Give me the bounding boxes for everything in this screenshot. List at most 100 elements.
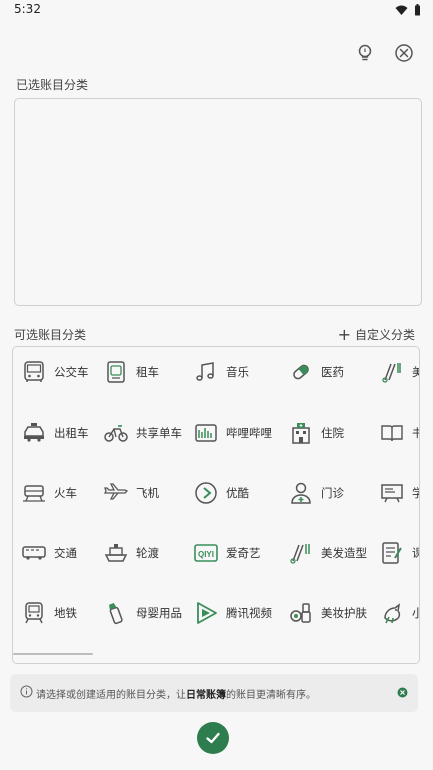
category-label: 公交车 bbox=[54, 365, 89, 379]
category-item-train[interactable]: 火车 bbox=[21, 473, 111, 513]
category-item-ferry[interactable]: 轮渡 bbox=[103, 533, 193, 573]
bus-icon bbox=[21, 359, 47, 385]
tencent-video-icon bbox=[193, 600, 219, 626]
category-label: 轮渡 bbox=[136, 546, 159, 560]
close-icon[interactable] bbox=[393, 42, 415, 64]
category-item-iqiyi[interactable]: QIYI 爱奇艺 bbox=[193, 533, 283, 573]
cosmetics-icon bbox=[288, 600, 314, 626]
info-text-pre: 请选择或创建适用的账目分类，让 bbox=[36, 690, 186, 701]
plane-icon bbox=[103, 480, 129, 506]
svg-text:QIYI: QIYI bbox=[198, 550, 214, 559]
train-icon bbox=[21, 480, 47, 506]
category-item-taxi[interactable]: 出租车 bbox=[21, 413, 111, 453]
battery-icon bbox=[415, 4, 420, 16]
category-item-youku[interactable]: 优酷 bbox=[193, 473, 283, 513]
plus-icon: + bbox=[337, 324, 351, 344]
category-label: 哔哩哔哩 bbox=[226, 426, 272, 440]
category-item-rental-car[interactable]: 租车 bbox=[103, 352, 193, 392]
category-label: 课 bbox=[412, 545, 419, 561]
category-label: 住院 bbox=[321, 426, 344, 440]
category-label: 书 bbox=[412, 425, 419, 441]
category-label: 母婴用品 bbox=[136, 606, 182, 620]
ferry-icon bbox=[103, 540, 129, 566]
category-item-clinic[interactable]: 门诊 bbox=[288, 473, 378, 513]
available-categories-grid[interactable]: 公交车 租车 音乐 医药 美出租车 共享单车 哔哩哔哩 住院 书火车 飞机 优酷 门诊 学交通 轮渡 QIY… bbox=[12, 346, 420, 664]
baby-icon bbox=[103, 600, 129, 626]
category-label: 飞机 bbox=[136, 486, 159, 500]
category-label: 美 bbox=[412, 364, 419, 380]
traffic-icon bbox=[21, 540, 47, 566]
info-icon bbox=[20, 685, 33, 698]
category-item-small[interactable]: 小 bbox=[379, 593, 419, 633]
info-text-post: 的账目更清晰有序。 bbox=[226, 690, 316, 701]
category-item-music[interactable]: 音乐 bbox=[193, 352, 283, 392]
available-section-label: 可选账目分类 bbox=[14, 328, 87, 342]
category-label: 交通 bbox=[54, 546, 77, 560]
category-item-school[interactable]: 学 bbox=[379, 473, 419, 513]
subway-icon bbox=[21, 600, 47, 626]
selected-section-label: 已选账目分类 bbox=[16, 78, 89, 92]
clinic-icon bbox=[288, 480, 314, 506]
category-label: 共享单车 bbox=[136, 426, 182, 440]
info-text: 请选择或创建适用的账目分类，让日常账簿的账目更清晰有序。 bbox=[36, 686, 316, 701]
medicine-icon bbox=[288, 359, 314, 385]
category-label: 火车 bbox=[54, 486, 77, 500]
category-label: 门诊 bbox=[321, 486, 344, 500]
info-text-app-name: 日常账簿 bbox=[186, 690, 226, 701]
category-label: 地铁 bbox=[54, 606, 77, 620]
category-item-cosmetics[interactable]: 美妆护肤 bbox=[288, 593, 378, 633]
category-label: 租车 bbox=[136, 365, 159, 379]
category-item-bike[interactable]: 共享单车 bbox=[103, 413, 193, 453]
taxi-icon bbox=[21, 420, 47, 446]
book-icon bbox=[379, 420, 405, 446]
category-label: 爱奇艺 bbox=[226, 546, 261, 560]
music-icon bbox=[193, 359, 219, 385]
hairdressing-icon bbox=[288, 540, 314, 566]
course-icon bbox=[379, 540, 405, 566]
category-label: 腾讯视频 bbox=[226, 606, 272, 620]
category-item-tencent-video[interactable]: 腾讯视频 bbox=[193, 593, 283, 633]
category-item-traffic[interactable]: 交通 bbox=[21, 533, 111, 573]
category-item-bus[interactable]: 公交车 bbox=[21, 352, 111, 392]
category-item-hospital[interactable]: 住院 bbox=[288, 413, 378, 453]
horizontal-scrollbar[interactable] bbox=[13, 653, 93, 655]
category-label: 优酷 bbox=[226, 486, 249, 500]
lightbulb-icon[interactable] bbox=[354, 42, 376, 64]
confirm-button[interactable] bbox=[197, 722, 229, 754]
wifi-icon bbox=[395, 5, 408, 15]
iqiyi-icon: QIYI bbox=[193, 540, 219, 566]
category-label: 音乐 bbox=[226, 365, 249, 379]
rental-car-icon bbox=[103, 359, 129, 385]
beauty-icon bbox=[379, 359, 405, 385]
bilibili-icon bbox=[193, 420, 219, 446]
category-label: 出租车 bbox=[54, 426, 89, 440]
status-bar: 5:32 bbox=[0, 0, 433, 22]
check-icon bbox=[206, 732, 220, 744]
status-time: 5:32 bbox=[14, 2, 41, 16]
info-banner: 请选择或创建适用的账目分类，让日常账簿的账目更清晰有序。 bbox=[10, 674, 418, 712]
category-item-course[interactable]: 课 bbox=[379, 533, 419, 573]
category-item-hairdressing[interactable]: 美发造型 bbox=[288, 533, 378, 573]
category-item-medicine[interactable]: 医药 bbox=[288, 352, 378, 392]
custom-category-label: 自定义分类 bbox=[354, 328, 415, 342]
category-item-beauty[interactable]: 美 bbox=[379, 352, 419, 392]
hospital-icon bbox=[288, 420, 314, 446]
category-label: 美发造型 bbox=[321, 546, 367, 560]
small-icon bbox=[379, 600, 405, 626]
category-label: 医药 bbox=[321, 365, 344, 379]
add-custom-category-button[interactable]: + 自定义分类 bbox=[338, 326, 415, 343]
school-icon bbox=[379, 480, 405, 506]
category-item-bilibili[interactable]: 哔哩哔哩 bbox=[193, 413, 283, 453]
status-icons bbox=[395, 4, 421, 16]
category-item-baby[interactable]: 母婴用品 bbox=[103, 593, 193, 633]
bike-icon bbox=[103, 420, 129, 446]
category-item-subway[interactable]: 地铁 bbox=[21, 593, 111, 633]
dismiss-info-icon[interactable] bbox=[397, 687, 408, 698]
selected-categories-box[interactable] bbox=[14, 98, 422, 306]
category-item-plane[interactable]: 飞机 bbox=[103, 473, 193, 513]
category-label: 美妆护肤 bbox=[321, 606, 367, 620]
youku-icon bbox=[193, 480, 219, 506]
category-label: 学 bbox=[412, 485, 419, 501]
category-item-book[interactable]: 书 bbox=[379, 413, 419, 453]
category-label: 小 bbox=[412, 605, 419, 621]
